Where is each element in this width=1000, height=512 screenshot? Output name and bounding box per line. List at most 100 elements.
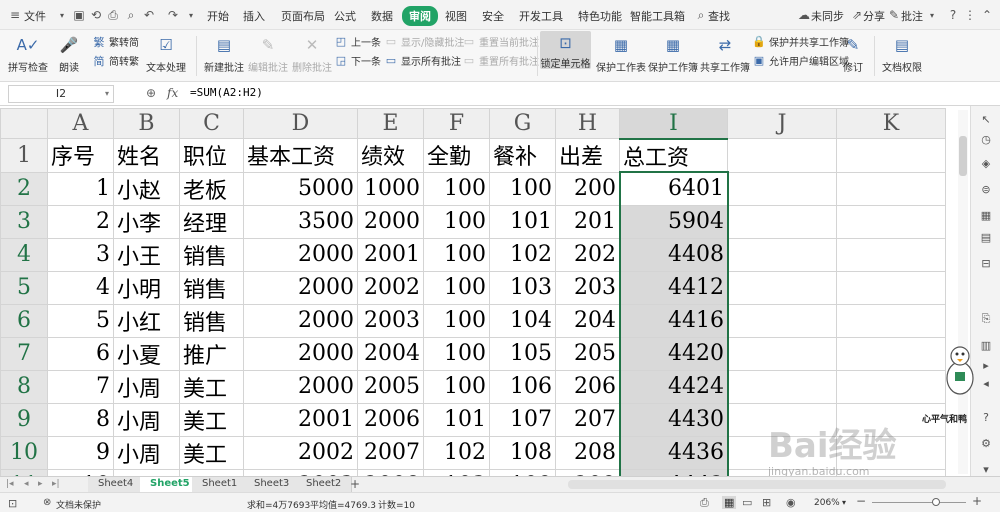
menu-view[interactable]: 视图 — [445, 8, 467, 24]
row-header[interactable]: 9 — [0, 402, 48, 437]
cell[interactable]: 205 — [555, 336, 620, 371]
cell[interactable]: 100 — [423, 336, 490, 371]
cell[interactable]: 2008 — [357, 468, 424, 476]
row-header[interactable]: 2 — [0, 171, 48, 206]
cell[interactable]: 201 — [555, 204, 620, 239]
cell[interactable] — [836, 303, 946, 338]
cell[interactable] — [836, 138, 946, 173]
cell[interactable]: 姓名 — [113, 138, 180, 173]
read-aloud-button[interactable]: 🎤 朗读 — [58, 34, 80, 74]
row-header[interactable]: 8 — [0, 369, 48, 404]
normal-view-icon[interactable]: ▦ — [722, 496, 737, 509]
cell[interactable]: 109 — [489, 468, 556, 476]
cell[interactable]: 101 — [423, 402, 490, 437]
protect-status[interactable]: 文档未保护 — [56, 498, 101, 511]
share-button[interactable]: 分享 — [863, 8, 885, 24]
style-icon[interactable]: ◈ — [979, 156, 993, 170]
cell[interactable]: 103 — [489, 270, 556, 305]
cell[interactable]: 5904 — [619, 204, 728, 239]
cell[interactable]: 2000 — [357, 204, 424, 239]
show-hide-comment-button[interactable]: ▭ 显示/隐藏批注 — [384, 34, 465, 49]
cell[interactable]: 209 — [555, 468, 620, 476]
cell[interactable]: 7 — [47, 369, 114, 404]
cell[interactable]: 6 — [47, 336, 114, 371]
new-comment-button[interactable]: ▤ 新建批注 — [204, 34, 244, 74]
count-status[interactable]: 计数=10 — [378, 498, 415, 511]
reset-current-comment-button[interactable]: ▭ 重置当前批注 — [462, 34, 539, 49]
cell[interactable]: 207 — [555, 402, 620, 437]
page-layout-icon[interactable]: ▭ — [742, 496, 752, 509]
settings-icon[interactable]: ⚙ — [979, 436, 993, 450]
eye-protection-icon[interactable]: ◉ — [786, 496, 796, 509]
collapse-ribbon-icon[interactable]: ⌃ — [978, 7, 996, 23]
sheet-tab[interactable]: Sheet1 — [192, 477, 249, 493]
trad-to-simp-button[interactable]: 繁繁转简 — [92, 34, 140, 50]
cell[interactable]: 出差 — [555, 138, 620, 173]
row-header[interactable]: 5 — [0, 270, 48, 305]
zoom-slider-knob[interactable] — [932, 498, 940, 506]
cell[interactable] — [836, 204, 946, 239]
column-header[interactable]: B — [113, 108, 180, 139]
name-box[interactable]: I2 ▾ — [8, 85, 114, 103]
cell[interactable]: 2002 — [243, 435, 358, 470]
cell[interactable]: 4436 — [619, 435, 728, 470]
cell[interactable]: 108 — [489, 435, 556, 470]
cell[interactable]: 2 — [47, 204, 114, 239]
export-icon[interactable]: ⎘ — [979, 312, 993, 326]
chevron-down-icon[interactable]: ▾ — [842, 498, 846, 507]
cell[interactable]: 105 — [489, 336, 556, 371]
cell[interactable]: 2005 — [357, 369, 424, 404]
cell[interactable]: 100 — [423, 204, 490, 239]
cell[interactable]: 2000 — [243, 369, 358, 404]
share-workbook-button[interactable]: ⇄ 共享工作簿 — [700, 34, 750, 74]
cell[interactable]: 小夏 — [113, 336, 180, 371]
cell[interactable]: 107 — [489, 402, 556, 437]
prev-sheet-icon[interactable]: ◂ — [24, 479, 29, 489]
cell[interactable] — [836, 237, 946, 272]
cell[interactable]: 小红 — [113, 303, 180, 338]
next-sheet-icon[interactable]: ▸ — [38, 479, 43, 489]
cell[interactable]: 小李 — [113, 204, 180, 239]
cell[interactable]: 小明 — [113, 270, 180, 305]
cell[interactable]: 2000 — [243, 303, 358, 338]
first-sheet-icon[interactable]: |◂ — [6, 479, 14, 489]
cell[interactable]: 职位 — [179, 138, 244, 173]
cell[interactable] — [836, 435, 946, 470]
cell[interactable] — [727, 369, 837, 404]
cell[interactable]: 102 — [489, 237, 556, 272]
sheet-tab[interactable]: Sheet3 — [244, 477, 301, 493]
column-header[interactable]: G — [489, 108, 556, 139]
cell[interactable] — [836, 270, 946, 305]
cell[interactable]: 104 — [489, 303, 556, 338]
cell[interactable]: 100 — [423, 369, 490, 404]
cell[interactable]: 102 — [423, 435, 490, 470]
cell[interactable]: 3500 — [243, 204, 358, 239]
grid-icon[interactable]: ▦ — [979, 208, 993, 222]
zoom-in-icon[interactable]: + — [972, 494, 982, 508]
cell[interactable]: 6401 — [619, 171, 728, 206]
cell[interactable]: 推广 — [179, 336, 244, 371]
cell[interactable]: 100 — [489, 171, 556, 206]
sync-status[interactable]: 未同步 — [811, 8, 844, 24]
zoom-level[interactable]: 206% — [814, 498, 840, 508]
spell-check-button[interactable]: A✓ 拼写检查 — [8, 34, 48, 74]
menu-smart-toolbox[interactable]: 智能工具箱 — [630, 8, 685, 24]
cell[interactable]: 基本工资 — [243, 138, 358, 173]
cell[interactable]: 2000 — [243, 270, 358, 305]
average-status[interactable]: 平均值=4769.3 — [310, 498, 376, 511]
cell[interactable]: 总工资 — [619, 138, 728, 173]
cell[interactable]: 美工 — [179, 369, 244, 404]
cell[interactable]: 2004 — [357, 336, 424, 371]
cell[interactable]: 小周 — [113, 435, 180, 470]
cell[interactable]: 10 — [47, 468, 114, 476]
simp-to-trad-button[interactable]: 简简转繁 — [92, 53, 140, 69]
row-header[interactable]: 6 — [0, 303, 48, 338]
column-header[interactable]: C — [179, 108, 244, 139]
add-sheet-button[interactable]: + — [350, 477, 360, 491]
more-icon[interactable]: ⋮ — [961, 7, 979, 23]
cell[interactable] — [727, 171, 837, 206]
cell[interactable]: 全勤 — [423, 138, 490, 173]
doc-permission-button[interactable]: ▤ 文档权限 — [882, 34, 922, 74]
table-icon[interactable]: ▤ — [979, 230, 993, 244]
arrow-icon[interactable]: ◂ — [979, 376, 993, 390]
